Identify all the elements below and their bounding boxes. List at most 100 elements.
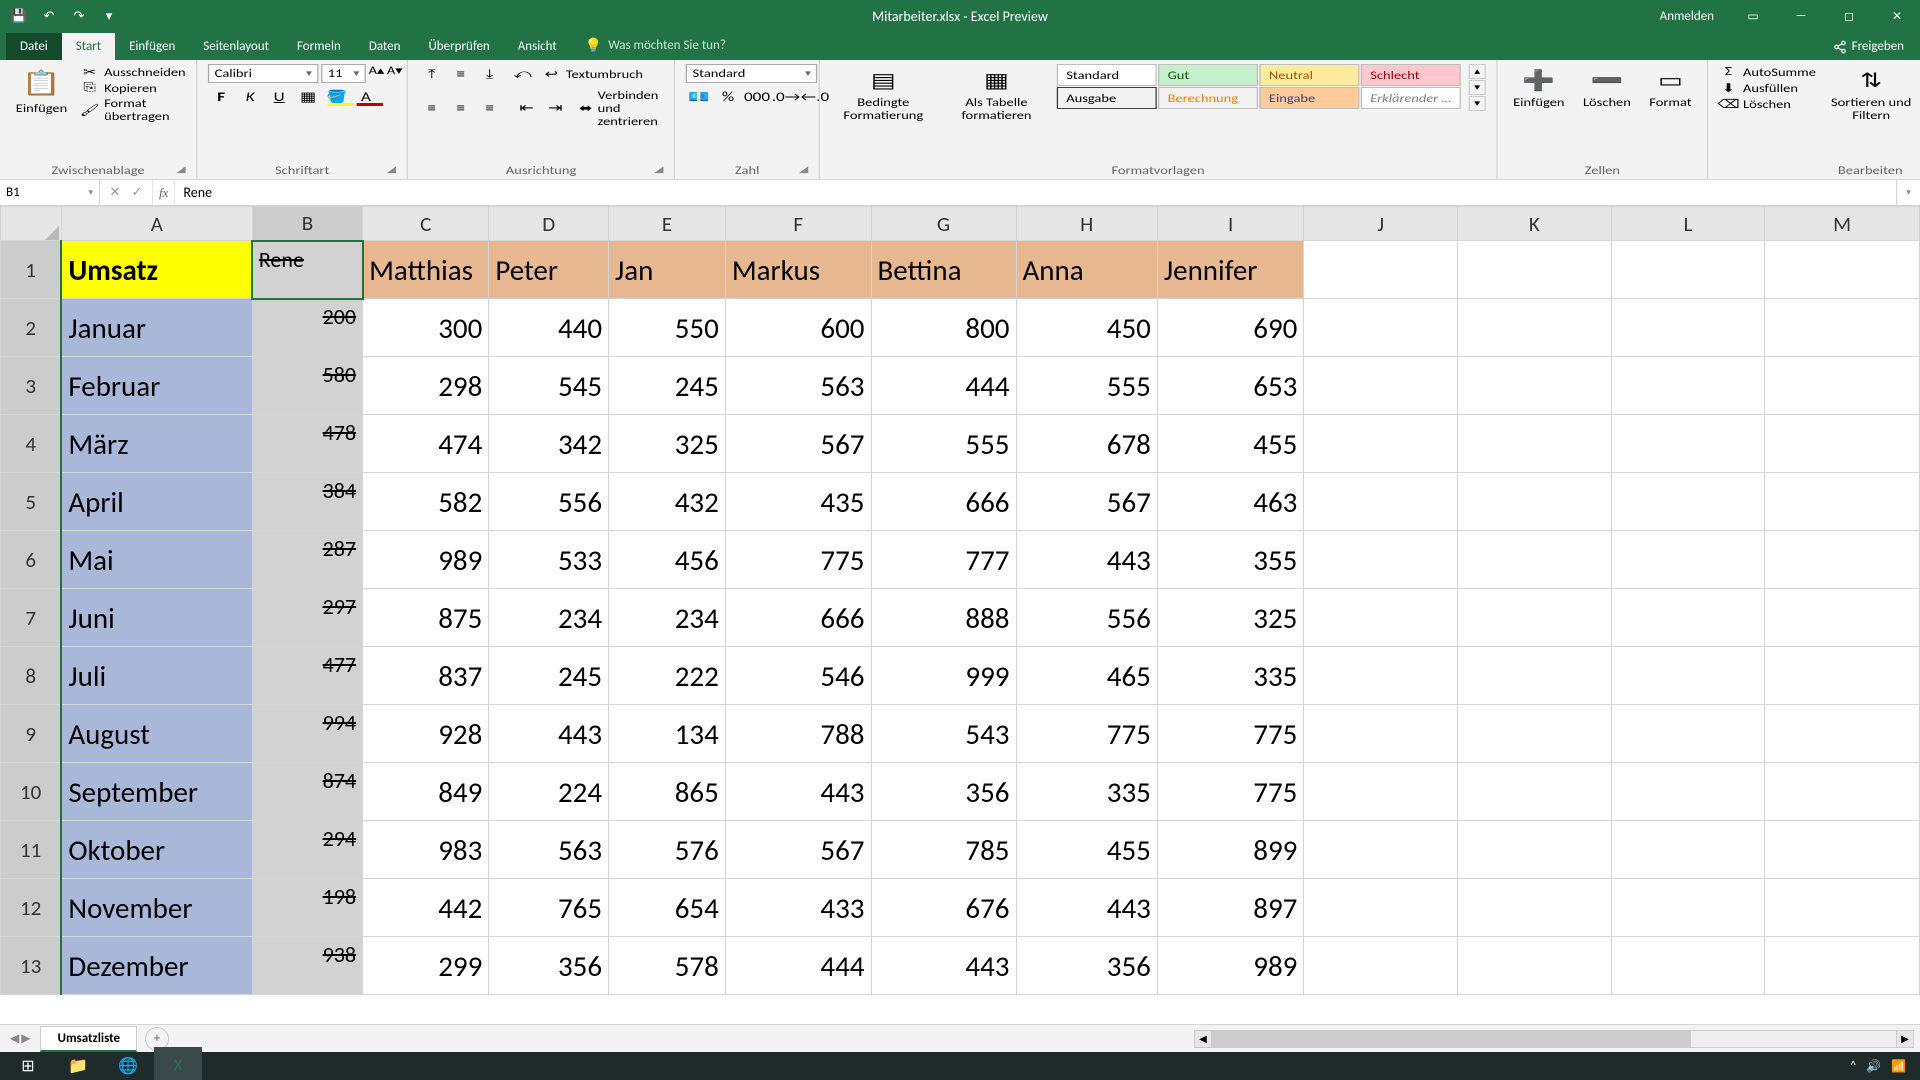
cell-I6[interactable]: 355 <box>1157 531 1304 589</box>
cell-L7[interactable] <box>1611 589 1765 647</box>
cell-J10[interactable] <box>1304 763 1458 821</box>
cell-E10[interactable]: 865 <box>609 763 726 821</box>
align-top-icon[interactable]: ⤒ <box>419 64 445 84</box>
cell-L4[interactable] <box>1611 415 1765 473</box>
cell-C10[interactable]: 849 <box>363 763 489 821</box>
cell-I4[interactable]: 455 <box>1157 415 1304 473</box>
cell-L2[interactable] <box>1611 299 1765 357</box>
cell-E13[interactable]: 578 <box>609 937 726 995</box>
cell-G7[interactable]: 888 <box>871 589 1016 647</box>
column-header-B[interactable]: B <box>252 207 362 241</box>
cell-I10[interactable]: 775 <box>1157 763 1304 821</box>
increase-indent-icon[interactable]: ⇥ <box>542 99 568 119</box>
cell-B7[interactable]: 297 <box>252 589 362 647</box>
cell-A10[interactable]: September <box>61 763 252 821</box>
cell-B10[interactable]: 874 <box>252 763 362 821</box>
task-excel-icon[interactable]: X <box>154 1047 202 1080</box>
redo-icon[interactable]: ↷ <box>68 5 90 27</box>
column-header-L[interactable]: L <box>1611 207 1765 241</box>
tab-formeln[interactable]: Formeln <box>283 33 355 60</box>
cell-D11[interactable]: 563 <box>489 821 609 879</box>
cell-I1[interactable]: Jennifer <box>1157 241 1304 299</box>
cell-C3[interactable]: 298 <box>363 357 489 415</box>
align-right-icon[interactable]: ≡ <box>477 99 503 119</box>
cell-B5[interactable]: 384 <box>252 473 362 531</box>
dialog-launcher-icon[interactable]: ◢ <box>176 164 192 176</box>
sheet-nav-next-icon[interactable]: ▶ <box>21 1031 30 1046</box>
cell-M5[interactable] <box>1765 473 1920 531</box>
column-header-I[interactable]: I <box>1157 207 1304 241</box>
cell-M10[interactable] <box>1765 763 1920 821</box>
cell-E9[interactable]: 134 <box>609 705 726 763</box>
dialog-launcher-icon[interactable]: ◢ <box>654 164 670 176</box>
font-size-select[interactable]: 11▾ <box>321 64 366 83</box>
cell-C6[interactable]: 989 <box>363 531 489 589</box>
scroll-left-icon[interactable]: ◀ <box>1194 1030 1212 1048</box>
task-explorer-icon[interactable]: 📁 <box>54 1047 102 1080</box>
column-header-E[interactable]: E <box>609 207 726 241</box>
cell-F7[interactable]: 666 <box>725 589 871 647</box>
cancel-formula-icon[interactable]: ✕ <box>106 185 124 200</box>
cell-H2[interactable]: 450 <box>1016 299 1157 357</box>
column-header-D[interactable]: D <box>489 207 609 241</box>
italic-button[interactable]: K <box>237 87 263 107</box>
cell-L8[interactable] <box>1611 647 1765 705</box>
horizontal-scrollbar[interactable]: ◀ ▶ <box>1194 1030 1914 1048</box>
column-header-G[interactable]: G <box>871 207 1016 241</box>
cell-J13[interactable] <box>1304 937 1458 995</box>
cell-I12[interactable]: 897 <box>1157 879 1304 937</box>
cell-J4[interactable] <box>1304 415 1458 473</box>
cell-M2[interactable] <box>1765 299 1920 357</box>
cell-C2[interactable]: 300 <box>363 299 489 357</box>
cell-J12[interactable] <box>1304 879 1458 937</box>
cell-E2[interactable]: 550 <box>609 299 726 357</box>
qa-more-icon[interactable]: ▾ <box>98 5 120 27</box>
cell-K7[interactable] <box>1458 589 1612 647</box>
style-ausgabe[interactable]: Ausgabe <box>1057 87 1157 109</box>
font-color-button[interactable]: A <box>353 87 379 107</box>
cell-M9[interactable] <box>1765 705 1920 763</box>
cell-E11[interactable]: 576 <box>609 821 726 879</box>
cell-L3[interactable] <box>1611 357 1765 415</box>
style-gut[interactable]: Gut <box>1158 64 1258 86</box>
cell-D12[interactable]: 765 <box>489 879 609 937</box>
signin-link[interactable]: Anmelden <box>1646 9 1728 24</box>
cell-C1[interactable]: Matthias <box>363 241 489 299</box>
row-header-8[interactable]: 8 <box>1 647 62 705</box>
name-box[interactable]: B1 ▾ <box>0 180 100 205</box>
cell-A5[interactable]: April <box>61 473 252 531</box>
cell-D4[interactable]: 342 <box>489 415 609 473</box>
cell-C5[interactable]: 582 <box>363 473 489 531</box>
cut-button[interactable]: ✂Ausschneiden <box>80 64 185 80</box>
fx-icon[interactable]: fx <box>153 180 175 205</box>
font-name-select[interactable]: Calibri▾ <box>208 64 319 83</box>
cell-D2[interactable]: 440 <box>489 299 609 357</box>
increase-font-icon[interactable]: A▴ <box>369 64 385 83</box>
cell-K11[interactable] <box>1458 821 1612 879</box>
cell-J3[interactable] <box>1304 357 1458 415</box>
cell-D1[interactable]: Peter <box>489 241 609 299</box>
conditional-formatting-button[interactable]: ▤Bedingte Formatierung <box>831 64 936 124</box>
cell-J7[interactable] <box>1304 589 1458 647</box>
column-header-H[interactable]: H <box>1016 207 1157 241</box>
cell-M8[interactable] <box>1765 647 1920 705</box>
cell-E7[interactable]: 234 <box>609 589 726 647</box>
cell-K10[interactable] <box>1458 763 1612 821</box>
cell-F8[interactable]: 546 <box>725 647 871 705</box>
formula-input[interactable]: Rene <box>175 180 1896 205</box>
cell-K8[interactable] <box>1458 647 1612 705</box>
cell-G2[interactable]: 800 <box>871 299 1016 357</box>
cell-M6[interactable] <box>1765 531 1920 589</box>
cell-K3[interactable] <box>1458 357 1612 415</box>
cell-A8[interactable]: Juli <box>61 647 252 705</box>
cell-A12[interactable]: November <box>61 879 252 937</box>
column-header-M[interactable]: M <box>1765 207 1920 241</box>
cell-H6[interactable]: 443 <box>1016 531 1157 589</box>
cell-F10[interactable]: 443 <box>725 763 871 821</box>
cell-D7[interactable]: 234 <box>489 589 609 647</box>
cell-B6[interactable]: 287 <box>252 531 362 589</box>
delete-cells-button[interactable]: ➖Löschen <box>1578 64 1636 111</box>
cell-M3[interactable] <box>1765 357 1920 415</box>
cell-K2[interactable] <box>1458 299 1612 357</box>
cell-I8[interactable]: 335 <box>1157 647 1304 705</box>
